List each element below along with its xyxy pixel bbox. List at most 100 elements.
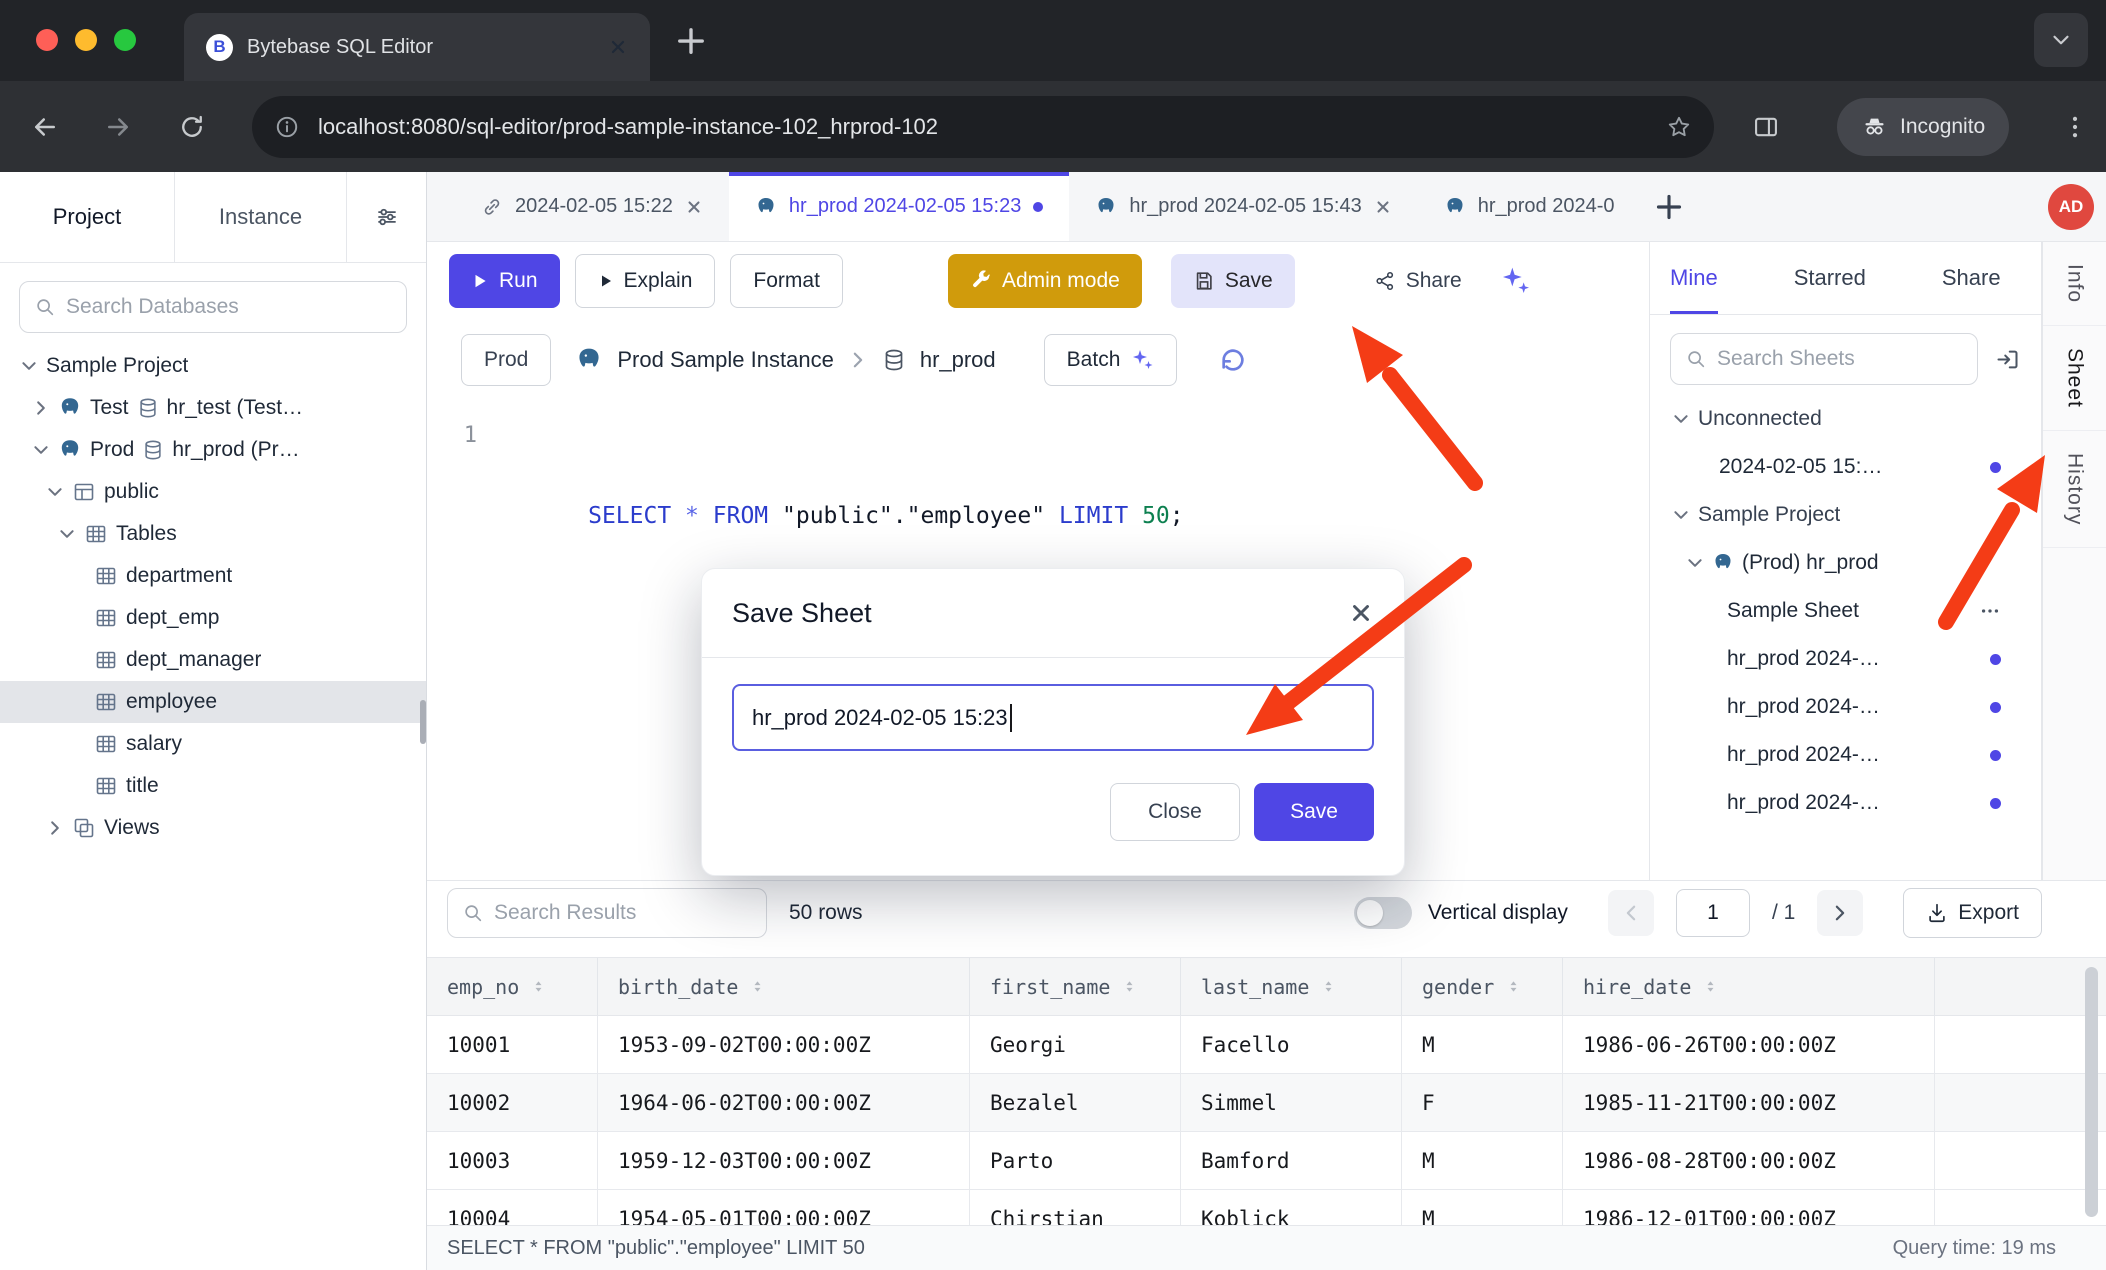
close-window-button[interactable]	[36, 29, 58, 51]
admin-mode-button[interactable]: Admin mode	[948, 254, 1142, 308]
sort-icon[interactable]	[1122, 979, 1137, 994]
sidebar-resize-handle[interactable]	[420, 700, 426, 744]
page-number-input[interactable]: 1	[1676, 889, 1750, 937]
db-tree-row[interactable]: Sample Project	[0, 345, 426, 387]
chevron-down-icon[interactable]	[20, 357, 38, 375]
sheet-tree-row[interactable]: 2024-02-05 15:…	[1650, 443, 2041, 491]
sort-icon[interactable]	[531, 979, 546, 994]
chevron-down-icon[interactable]	[1672, 410, 1690, 428]
tab-instance[interactable]: Instance	[175, 172, 347, 262]
address-bar[interactable]: localhost:8080/sql-editor/prod-sample-in…	[252, 96, 1714, 158]
sort-icon[interactable]	[1321, 979, 1336, 994]
sheet-search[interactable]	[1670, 333, 1978, 385]
editor-tab[interactable]: hr_prod 2024-02-05 15:43	[1069, 172, 1417, 241]
db-tree-row[interactable]: Prod hr_prod (Pr…	[0, 429, 426, 471]
instance-name[interactable]: Prod Sample Instance	[617, 347, 833, 373]
next-page-button[interactable]	[1817, 890, 1863, 936]
table-row[interactable]: 100031959-12-03T00:00:00ZPartoBamfordM19…	[427, 1132, 2106, 1190]
close-tab-icon[interactable]	[1374, 198, 1392, 216]
batch-button[interactable]: Batch	[1044, 334, 1178, 386]
sheet-tree-row[interactable]: Sample Project	[1650, 491, 2041, 539]
results-search[interactable]	[447, 888, 767, 938]
dialog-save-button[interactable]: Save	[1254, 783, 1374, 841]
chevron-down-icon[interactable]	[1686, 554, 1704, 572]
site-info-icon[interactable]	[274, 114, 300, 140]
sheet-tree-row[interactable]: hr_prod 2024-…	[1650, 683, 2041, 731]
db-tree-row[interactable]: dept_manager	[0, 639, 426, 681]
db-tree-row[interactable]: Tables	[0, 513, 426, 555]
collapse-panel-icon[interactable]	[1994, 346, 2021, 373]
side-strip-tab[interactable]: Info	[2043, 242, 2106, 326]
sheet-name-input[interactable]: hr_prod 2024-02-05 15:23	[732, 684, 1374, 751]
table-row[interactable]: 100021964-06-02T00:00:00ZBezalelSimmelF1…	[427, 1074, 2106, 1132]
sheet-tree-row[interactable]: hr_prod 2024-…	[1650, 635, 2041, 683]
sheet-tree-row[interactable]: hr_prod 2024-…	[1650, 731, 2041, 779]
tab-project[interactable]: Project	[0, 172, 175, 262]
chevron-down-icon[interactable]	[46, 483, 64, 501]
back-button[interactable]	[30, 112, 60, 142]
maximize-window-button[interactable]	[114, 29, 136, 51]
prev-page-button[interactable]	[1608, 890, 1654, 936]
editor-tab[interactable]: hr_prod 2024-02-05 15:23	[729, 172, 1069, 241]
format-button[interactable]: Format	[730, 254, 843, 308]
db-tree-row[interactable]: title	[0, 765, 426, 807]
sheet-tree-row[interactable]: hr_prod 2024-…	[1650, 779, 2041, 827]
chevron-down-icon[interactable]	[58, 525, 76, 543]
browser-tab[interactable]: B Bytebase SQL Editor	[184, 13, 650, 81]
db-tree-row[interactable]: department	[0, 555, 426, 597]
close-tab-icon[interactable]	[608, 37, 628, 57]
sheet-tree-row[interactable]: (Prod) hr_prod	[1650, 539, 2041, 587]
reload-button[interactable]	[178, 113, 206, 141]
side-panel-button[interactable]	[1752, 113, 1780, 141]
sort-icon[interactable]	[1703, 979, 1718, 994]
environment-chip[interactable]: Prod	[461, 334, 551, 386]
column-header[interactable]: emp_no	[427, 958, 598, 1015]
sheet-panel-tab[interactable]: Starred	[1794, 242, 1866, 314]
close-tab-icon[interactable]	[685, 198, 703, 216]
column-header[interactable]: hire_date	[1563, 958, 1935, 1015]
editor-tab[interactable]: hr_prod 2024-0	[1418, 172, 1641, 241]
sheet-tree-row[interactable]: Sample Sheet	[1650, 587, 2041, 635]
database-name[interactable]: hr_prod	[920, 347, 996, 373]
sort-icon[interactable]	[750, 979, 765, 994]
sheet-menu-button[interactable]	[1979, 600, 2001, 622]
ai-sparkle-button[interactable]	[1499, 265, 1531, 297]
side-strip-tab[interactable]: Sheet	[2043, 326, 2106, 431]
db-tree-row[interactable]: salary	[0, 723, 426, 765]
browser-menu-button[interactable]	[2061, 113, 2089, 141]
column-header[interactable]: first_name	[970, 958, 1181, 1015]
dialog-close-button[interactable]: Close	[1110, 783, 1240, 841]
db-tree-row[interactable]: dept_emp	[0, 597, 426, 639]
database-search-input[interactable]	[66, 295, 392, 319]
column-header[interactable]: birth_date	[598, 958, 970, 1015]
chevron-right-icon[interactable]	[32, 399, 50, 417]
close-icon[interactable]	[1348, 600, 1374, 626]
new-sheet-tab-button[interactable]	[1655, 193, 1683, 221]
run-button[interactable]: Run	[449, 254, 560, 308]
db-tree-row[interactable]: Views	[0, 807, 426, 849]
editor-tab[interactable]: 2024-02-05 15:22	[455, 172, 729, 241]
user-avatar[interactable]: AD	[2048, 184, 2094, 230]
results-search-input[interactable]	[494, 901, 752, 925]
column-header[interactable]: gender	[1402, 958, 1563, 1015]
chevron-down-icon[interactable]	[32, 441, 50, 459]
database-search[interactable]	[19, 281, 407, 333]
minimize-window-button[interactable]	[75, 29, 97, 51]
db-tree-row[interactable]: Test hr_test (Test…	[0, 387, 426, 429]
url-text[interactable]: localhost:8080/sql-editor/prod-sample-in…	[318, 114, 1648, 140]
export-button[interactable]: Export	[1903, 888, 2042, 938]
bookmark-star-icon[interactable]	[1666, 114, 1692, 140]
chevron-down-icon[interactable]	[1672, 506, 1690, 524]
sheet-search-input[interactable]	[1717, 347, 1963, 371]
save-button[interactable]: Save	[1171, 254, 1295, 308]
tab-search-button[interactable]	[2034, 13, 2088, 67]
explain-button[interactable]: Explain	[575, 254, 716, 308]
new-tab-button[interactable]	[676, 26, 706, 56]
table-row[interactable]: 100011953-09-02T00:00:00ZGeorgiFacelloM1…	[427, 1016, 2106, 1074]
refresh-schema-icon[interactable]	[1217, 344, 1249, 376]
sheet-tree-row[interactable]: Unconnected	[1650, 395, 2041, 443]
sidebar-filter-button[interactable]	[347, 172, 426, 262]
db-tree-row[interactable]: public	[0, 471, 426, 513]
column-header[interactable]: last_name	[1181, 958, 1402, 1015]
sheet-panel-tab[interactable]: Mine	[1670, 242, 1718, 314]
